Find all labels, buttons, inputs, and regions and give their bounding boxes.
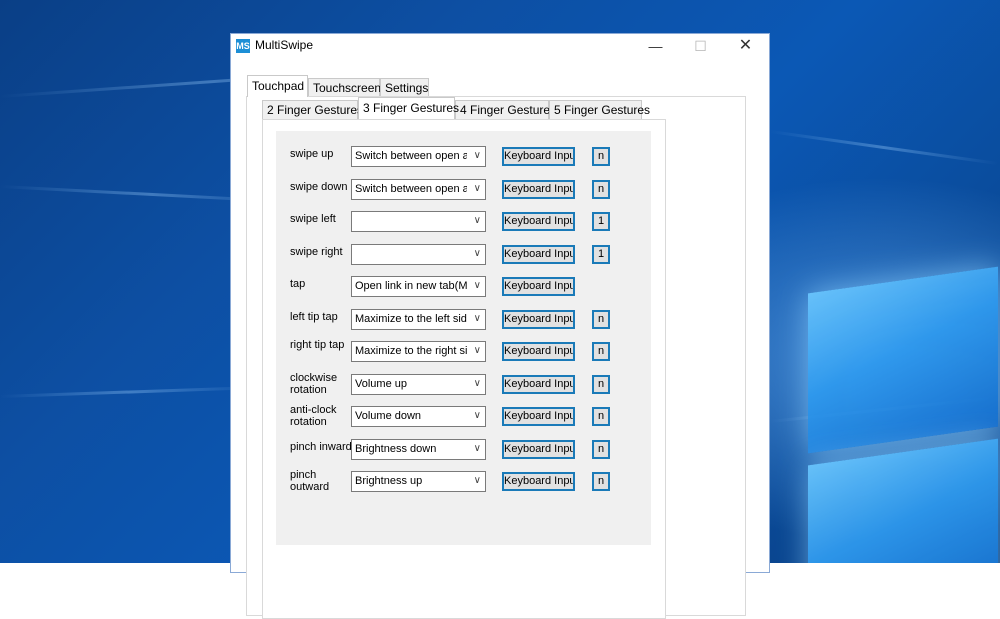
repeat-toggle-button-left-tip-tap[interactable]: n [592, 310, 610, 329]
chevron-down-icon: ∨ [473, 345, 481, 356]
action-dropdown-value: Switch between open a [355, 150, 467, 162]
maximize-button[interactable]: ☐ [678, 34, 723, 58]
action-dropdown-pinch-outward[interactable]: Brightness up ∨ [351, 471, 486, 492]
keyboard-input-button-tap[interactable]: Keyboard Input [502, 277, 575, 296]
tab-touchscreen[interactable]: Touchscreen [308, 78, 381, 97]
action-dropdown-value: Maximize to the left side [355, 313, 467, 325]
keyboard-input-button-pinch-inward[interactable]: Keyboard Input [502, 440, 575, 459]
action-dropdown-tap[interactable]: Open link in new tab(Mi ∨ [351, 276, 486, 297]
keyboard-input-button-swipe-right[interactable]: Keyboard Input [502, 245, 575, 264]
action-dropdown-swipe-left[interactable]: ∨ [351, 211, 486, 232]
action-dropdown-value: Switch between open a [355, 183, 467, 195]
chevron-down-icon: ∨ [473, 248, 481, 259]
minimize-button[interactable]: — [633, 34, 678, 58]
windows-logo [790, 240, 1000, 563]
tab-5-finger-gestures[interactable]: 5 Finger Gestures [549, 100, 650, 119]
3-finger-gestures-panel: swipe up Switch between open a ∨ Keyboard I… [262, 119, 666, 619]
chevron-down-icon: ∨ [473, 378, 481, 389]
title-bar[interactable]: MS MultiSwipe — ☐ ✕ [231, 34, 769, 58]
chevron-down-icon: ∨ [473, 215, 481, 226]
chevron-down-icon: ∨ [473, 150, 481, 161]
action-dropdown-right-tip-tap[interactable]: Maximize to the right sid ∨ [351, 341, 486, 362]
action-dropdown-left-tip-tap[interactable]: Maximize to the left side ∨ [351, 309, 486, 330]
repeat-toggle-button-pinch-inward[interactable]: n [592, 440, 610, 459]
tab-2-finger-gestures[interactable]: 2 Finger Gestures [262, 100, 363, 119]
multiswipe-window: MS MultiSwipe — ☐ ✕ Touchpad Touchscreen… [230, 33, 770, 619]
keyboard-input-button-right-tip-tap[interactable]: Keyboard Input [502, 342, 575, 361]
repeat-toggle-button-swipe-left[interactable]: 1 [592, 212, 610, 231]
keyboard-input-button-left-tip-tap[interactable]: Keyboard Input [502, 310, 575, 329]
gesture-label-swipe-up: swipe up [290, 148, 334, 160]
action-dropdown-value: Open link in new tab(Mi [355, 280, 467, 292]
multiswipe-app-icon: MS [236, 39, 250, 53]
gesture-label-pinch-inward: pinch inward [290, 441, 352, 453]
keyboard-input-button-pinch-outward[interactable]: Keyboard Input [502, 472, 575, 491]
action-dropdown-value: Volume up [355, 378, 407, 390]
tab-touchpad[interactable]: Touchpad [247, 75, 308, 97]
repeat-toggle-button-clockwise-rotation[interactable]: n [592, 375, 610, 394]
action-dropdown-clockwise-rotation[interactable]: Volume up ∨ [351, 374, 486, 395]
gesture-label-swipe-left: swipe left [290, 213, 336, 225]
gesture-label-right-tip-tap: right tip tap [290, 339, 345, 351]
repeat-toggle-button-right-tip-tap[interactable]: n [592, 342, 610, 361]
repeat-toggle-button-swipe-right[interactable]: 1 [592, 245, 610, 264]
chevron-down-icon: ∨ [473, 313, 481, 324]
tab-4-finger-gestures[interactable]: 4 Finger Gestures [455, 100, 556, 119]
keyboard-input-button-anti-clock-rotation[interactable]: Keyboard Input [502, 407, 575, 426]
windows-logo-pane [808, 438, 998, 563]
light-streak [769, 130, 998, 165]
tab-settings[interactable]: Settings [380, 78, 429, 97]
action-dropdown-anti-clock-rotation[interactable]: Volume down ∨ [351, 406, 486, 427]
tab-3-finger-gestures[interactable]: 3 Finger Gestures [358, 97, 459, 119]
window-title: MultiSwipe [255, 38, 314, 52]
gesture-label-swipe-right: swipe right [290, 246, 343, 258]
keyboard-input-button-swipe-up[interactable]: Keyboard Input [502, 147, 575, 166]
gesture-list: swipe up Switch between open a ∨ Keyboard I… [276, 131, 651, 545]
action-dropdown-value: Brightness down [355, 443, 437, 455]
chevron-down-icon: ∨ [473, 280, 481, 291]
action-dropdown-value: Brightness up [355, 475, 423, 487]
windows-logo-pane [808, 266, 998, 454]
repeat-toggle-button-anti-clock-rotation[interactable]: n [592, 407, 610, 426]
chevron-down-icon: ∨ [473, 410, 481, 421]
action-dropdown-pinch-inward[interactable]: Brightness down ∨ [351, 439, 486, 460]
action-dropdown-value: Volume down [355, 410, 422, 422]
keyboard-input-button-clockwise-rotation[interactable]: Keyboard Input [502, 375, 575, 394]
keyboard-input-button-swipe-down[interactable]: Keyboard Input [502, 180, 575, 199]
gesture-label-swipe-down: swipe down [290, 181, 348, 193]
light-streak [0, 385, 260, 398]
gesture-label-left-tip-tap: left tip tap [290, 311, 338, 323]
chevron-down-icon: ∨ [473, 443, 481, 454]
chevron-down-icon: ∨ [473, 475, 481, 486]
repeat-toggle-button-swipe-down[interactable]: n [592, 180, 610, 199]
action-dropdown-swipe-right[interactable]: ∨ [351, 244, 486, 265]
action-dropdown-swipe-up[interactable]: Switch between open a ∨ [351, 146, 486, 167]
action-dropdown-value: Maximize to the right sid [355, 345, 467, 357]
action-dropdown-swipe-down[interactable]: Switch between open a ∨ [351, 179, 486, 200]
window-client-area: Touchpad Touchscreen Settings 2 Finger G… [231, 58, 769, 619]
close-button[interactable]: ✕ [723, 34, 768, 58]
repeat-toggle-button-pinch-outward[interactable]: n [592, 472, 610, 491]
gesture-label-anti-clock-rotation: anti-clock rotation [290, 404, 337, 428]
gesture-label-pinch-outward: pinch outward [290, 469, 330, 493]
gesture-label-tap: tap [290, 278, 306, 290]
keyboard-input-button-swipe-left[interactable]: Keyboard Input [502, 212, 575, 231]
repeat-toggle-button-swipe-up[interactable]: n [592, 147, 610, 166]
gesture-label-clockwise-rotation: clockwise rotation [290, 372, 338, 396]
chevron-down-icon: ∨ [473, 183, 481, 194]
touchpad-tab-panel: 2 Finger Gestures 3 Finger Gestures 4 Fi… [246, 96, 746, 619]
